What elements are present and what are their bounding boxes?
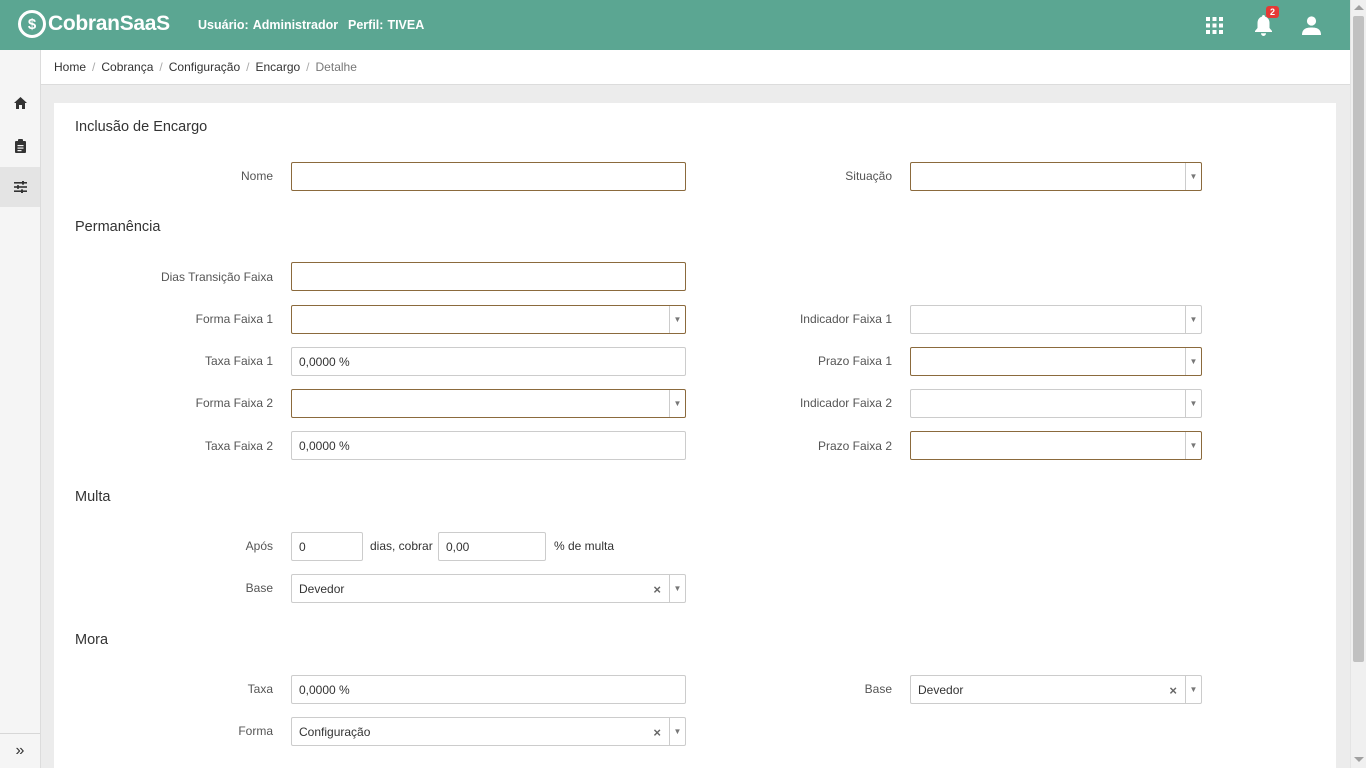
prazo-faixa-1-select[interactable]: ▼ <box>910 347 1202 376</box>
chevron-down-icon[interactable]: ▼ <box>669 306 685 333</box>
user-account-icon[interactable] <box>1302 16 1321 35</box>
profile-info: Perfil: TIVEA <box>348 18 424 32</box>
indicador-faixa-2-label: Indicador Faixa 2 <box>799 396 892 410</box>
clear-icon[interactable]: × <box>653 725 661 740</box>
mora-title: Mora <box>75 632 109 648</box>
mora-base-select[interactable]: Devedor × ▼ <box>910 675 1202 704</box>
user-label: Usuário: <box>198 18 249 32</box>
chevron-down-icon[interactable]: ▼ <box>1185 306 1201 333</box>
situacao-select[interactable]: ▼ <box>910 162 1202 191</box>
apps-grid-icon[interactable] <box>1206 17 1223 34</box>
home-icon <box>13 97 27 109</box>
scroll-down-icon[interactable] <box>1354 757 1364 762</box>
situacao-label: Situação <box>845 169 892 183</box>
user-value: Administrador <box>252 18 339 32</box>
multa-base-value: Devedor <box>299 581 345 596</box>
forma-faixa-2-select[interactable]: ▼ <box>291 389 686 418</box>
clear-icon[interactable]: × <box>653 582 661 597</box>
clear-icon[interactable]: × <box>1169 683 1177 698</box>
chevron-down-icon[interactable]: ▼ <box>1185 348 1201 375</box>
taxa-faixa-2-input[interactable]: 0,0000 % <box>291 431 686 460</box>
chevron-down-icon[interactable]: ▼ <box>1185 432 1201 459</box>
chevron-down-icon[interactable]: ▼ <box>1185 390 1201 417</box>
logo-icon: $ <box>18 10 46 38</box>
breadcrumb-encargo[interactable]: Encargo <box>255 60 300 74</box>
prazo-faixa-1-label: Prazo Faixa 1 <box>817 354 892 368</box>
sidebar-item-home[interactable] <box>0 83 40 123</box>
user-info: Usuário: Administrador <box>198 18 338 32</box>
chevron-down-icon[interactable]: ▼ <box>1185 163 1201 190</box>
brand-logo[interactable]: $ CobranSaaS <box>18 10 170 38</box>
taxa-faixa-2-label: Taxa Faixa 2 <box>204 439 273 453</box>
sidebar: » <box>0 50 41 768</box>
bell-icon[interactable] <box>1254 15 1273 36</box>
scroll-up-icon[interactable] <box>1354 5 1364 10</box>
multa-percent-text: % de multa <box>554 539 615 553</box>
clipboard-icon <box>14 139 26 153</box>
multa-dias-text: dias, cobrar <box>370 539 433 553</box>
form-title: Inclusão de Encargo <box>75 119 208 135</box>
multa-apos-label: Após <box>245 539 273 553</box>
expand-sidebar-button[interactable]: » <box>0 733 40 768</box>
breadcrumb-configuracao[interactable]: Configuração <box>169 60 240 74</box>
mora-forma-label: Forma <box>238 724 273 738</box>
dias-transicao-input[interactable] <box>291 262 686 291</box>
indicador-faixa-1-select[interactable]: ▼ <box>910 305 1202 334</box>
indicador-faixa-1-label: Indicador Faixa 1 <box>799 312 892 326</box>
mora-taxa-input[interactable]: 0,0000 % <box>291 675 686 704</box>
mora-base-value: Devedor <box>918 682 964 697</box>
chevron-down-icon[interactable]: ▼ <box>669 390 685 417</box>
multa-base-label: Base <box>245 581 273 595</box>
prazo-faixa-2-label: Prazo Faixa 2 <box>817 439 892 453</box>
prazo-faixa-2-select[interactable]: ▼ <box>910 431 1202 460</box>
page-scrollbar[interactable] <box>1350 0 1366 768</box>
multa-dias-input[interactable]: 0 <box>291 532 363 561</box>
breadcrumb-home[interactable]: Home <box>54 60 86 74</box>
taxa-faixa-1-label: Taxa Faixa 1 <box>204 354 273 368</box>
breadcrumb: Home / Cobrança / Configuração / Encargo / D… <box>41 50 1350 85</box>
notification-badge: 2 <box>1266 6 1280 18</box>
scroll-thumb[interactable] <box>1353 16 1364 662</box>
indicador-faixa-2-select[interactable]: ▼ <box>910 389 1202 418</box>
forma-faixa-1-select[interactable]: ▼ <box>291 305 686 334</box>
chevron-down-icon[interactable]: ▼ <box>669 575 685 602</box>
profile-value: TIVEA <box>387 18 425 32</box>
nome-input[interactable] <box>291 162 686 191</box>
form-card: Inclusão de Encargo Nome Situação ▼ Perm… <box>54 103 1336 768</box>
forma-faixa-2-label: Forma Faixa 2 <box>195 396 273 410</box>
nome-label: Nome <box>240 169 273 183</box>
breadcrumb-cobranca[interactable]: Cobrança <box>101 60 153 74</box>
mora-taxa-label: Taxa <box>247 682 273 696</box>
multa-percent-input[interactable]: 0,00 <box>438 532 546 561</box>
multa-base-select[interactable]: Devedor × ▼ <box>291 574 686 603</box>
dias-transicao-label: Dias Transição Faixa <box>160 270 273 284</box>
chevron-down-icon[interactable]: ▼ <box>1185 676 1201 703</box>
multa-title: Multa <box>75 489 111 505</box>
chevron-down-icon[interactable]: ▼ <box>669 718 685 745</box>
expand-icon: » <box>15 742 25 759</box>
sliders-icon <box>13 181 27 193</box>
taxa-faixa-1-input[interactable]: 0,0000 % <box>291 347 686 376</box>
mora-base-label: Base <box>864 682 892 696</box>
top-header: $ CobranSaaS Usuário: Administrador Perfi… <box>0 0 1350 50</box>
sidebar-item-cobranca[interactable] <box>0 126 40 166</box>
sidebar-item-configuracao[interactable] <box>0 167 40 207</box>
permanencia-title: Permanência <box>75 219 161 235</box>
mora-forma-select[interactable]: Configuração × ▼ <box>291 717 686 746</box>
profile-label: Perfil: <box>348 18 384 32</box>
forma-faixa-1-label: Forma Faixa 1 <box>195 312 273 326</box>
mora-forma-value: Configuração <box>299 724 371 739</box>
brand-name: CobranSaaS <box>48 12 170 35</box>
breadcrumb-current: Detalhe <box>315 60 357 74</box>
